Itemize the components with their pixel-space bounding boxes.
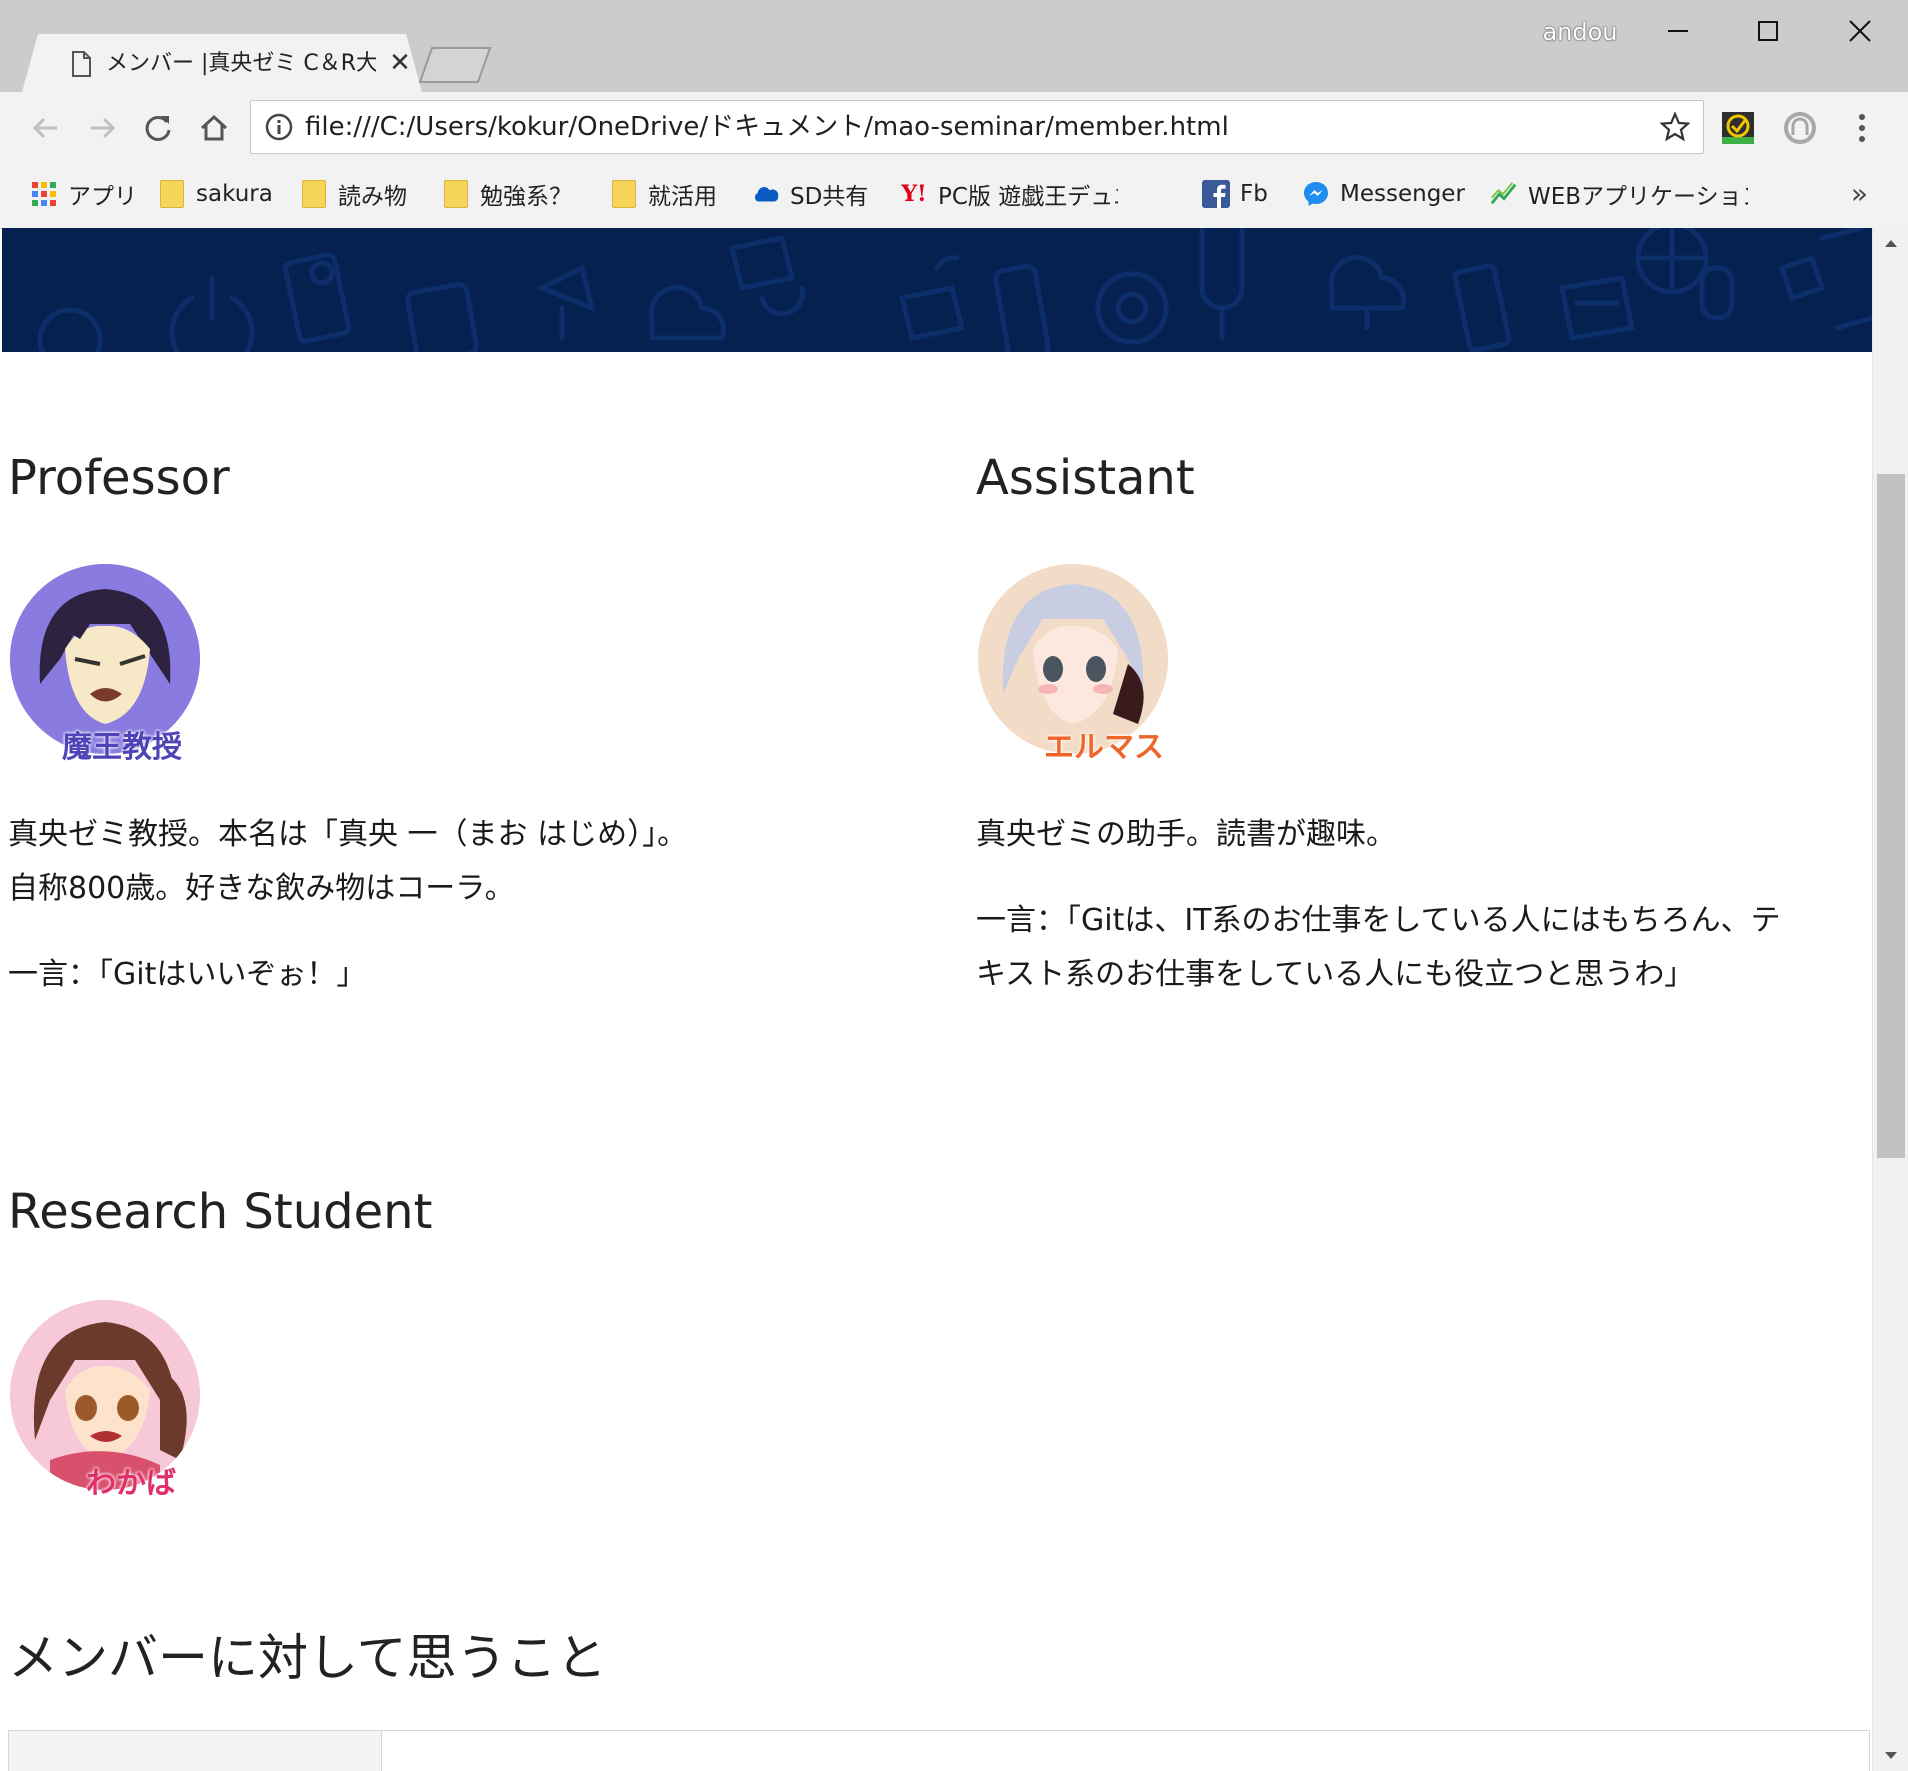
- bookmark-label: Fb: [1240, 181, 1268, 207]
- folder-icon: [610, 180, 638, 208]
- bookmark-label: アプリ: [68, 184, 137, 210]
- assistant-avatar-label: エルマス: [1044, 730, 1164, 765]
- bookmark-label: Messenger: [1340, 181, 1465, 207]
- forward-arrow-icon[interactable]: [80, 106, 124, 150]
- bookmark-sd-share[interactable]: SD共有: [752, 172, 868, 216]
- bookmark-folder-benkyo[interactable]: 勉強系？: [442, 172, 572, 216]
- page-viewport: Professor 魔王教授 真央ゼミ教授。本名は「真央 一（まお はじめ）」。…: [2, 228, 1872, 1771]
- professor-avatar-label: 魔王教授: [62, 730, 182, 765]
- scroll-down-arrow-icon[interactable]: [1873, 1741, 1908, 1771]
- apps-grid-icon: [30, 180, 58, 208]
- bookmark-folder-sakura[interactable]: sakura: [158, 172, 273, 216]
- assistant-heading: Assistant: [976, 450, 1195, 506]
- bookmark-fb[interactable]: Fb: [1202, 172, 1268, 216]
- profile-user-name[interactable]: andou: [1540, 14, 1620, 50]
- yahoo-icon: Y!: [901, 181, 927, 207]
- tab-title: メンバー |真央ゼミ C＆R大学: [106, 51, 376, 76]
- comment-form-table: [8, 1730, 1870, 1771]
- bookmark-folder-yomimono[interactable]: 読み物: [300, 172, 407, 216]
- folder-icon: [300, 180, 328, 208]
- bookmark-label: PC版 遊戯王デュエルリ: [938, 184, 1118, 210]
- vertical-scrollbar[interactable]: [1872, 228, 1908, 1771]
- facebook-icon: [1202, 180, 1230, 208]
- bookmark-label: SD共有: [790, 184, 869, 210]
- professor-quote: 一言：「Gitはいいぞぉ！」: [8, 957, 367, 992]
- bookmark-web-app[interactable]: WEBアプリケーションエキ: [1490, 172, 1748, 216]
- browser-title-bar: メンバー |真央ゼミ C＆R大学 ✕ andou: [0, 0, 1908, 92]
- bookmarks-overflow-icon[interactable]: »: [1851, 172, 1868, 216]
- new-tab-button[interactable]: [418, 46, 492, 84]
- bookmark-yugioh[interactable]: Y! PC版 遊戯王デュエルリ: [900, 172, 1118, 216]
- onedrive-icon: [752, 180, 780, 208]
- gadget-pattern-icon: [37, 228, 1872, 352]
- home-icon[interactable]: [192, 106, 236, 150]
- extension-checkmark-icon[interactable]: [1716, 106, 1760, 150]
- professor-heading: Professor: [8, 450, 230, 506]
- folder-icon: [442, 180, 470, 208]
- reload-icon[interactable]: [136, 106, 180, 150]
- professor-description-line-1: 真央ゼミ教授。本名は「真央 一（まお はじめ）」。: [8, 817, 688, 852]
- scroll-up-arrow-icon[interactable]: [1873, 228, 1908, 258]
- document-icon: [72, 51, 91, 77]
- bookmark-folder-shukatsu[interactable]: 就活用: [610, 172, 717, 216]
- scrollbar-thumb[interactable]: [1877, 474, 1905, 1158]
- back-arrow-icon[interactable]: [24, 106, 68, 150]
- menu-dots-icon[interactable]: [1840, 106, 1884, 150]
- browser-toolbar: file:///C:/Users/kokur/OneDrive/ドキュメント/m…: [0, 92, 1908, 162]
- section-title: メンバーに対して思うこと: [8, 1629, 607, 1687]
- info-icon[interactable]: [265, 113, 293, 141]
- bookmark-label: 就活用: [648, 184, 717, 210]
- assistant-quote-line-1: 一言：「Gitは、IT系のお仕事をしている人にはもちろん、テ: [976, 903, 1781, 938]
- assistant-description: 真央ゼミの助手。読書が趣味。: [976, 817, 1396, 852]
- address-bar[interactable]: file:///C:/Users/kokur/OneDrive/ドキュメント/m…: [250, 100, 1704, 154]
- bookmarks-bar: アプリ sakura 読み物 勉強系？ 就活用 SD共有 Y! PC版 遊戯王デ…: [0, 162, 1908, 229]
- header-banner: [2, 228, 1872, 352]
- address-url: file:///C:/Users/kokur/OneDrive/ドキュメント/m…: [305, 112, 1229, 142]
- bookmark-messenger[interactable]: Messenger: [1302, 172, 1465, 216]
- bookmark-label: WEBアプリケーションエキ: [1528, 184, 1748, 210]
- professor-description-line-2: 自称800歳。好きな飲み物はコーラ。: [8, 871, 515, 906]
- assistant-quote-line-2: キスト系のお仕事をしている人にも役立つと思うわ」: [976, 957, 1695, 992]
- messenger-icon: [1302, 180, 1330, 208]
- tab-close-icon[interactable]: ✕: [386, 46, 414, 80]
- maximize-icon[interactable]: [1738, 8, 1798, 54]
- bookmark-label: 勉強系？: [480, 184, 572, 210]
- research-student-heading: Research Student: [8, 1184, 433, 1240]
- browser-tab-active[interactable]: メンバー |真央ゼミ C＆R大学 ✕: [22, 34, 422, 92]
- extension-circle-icon[interactable]: [1778, 106, 1822, 150]
- bookmark-apps[interactable]: アプリ: [30, 172, 137, 216]
- bookmark-label: 読み物: [338, 184, 407, 210]
- bookmark-label: sakura: [196, 181, 273, 207]
- chart-icon: [1490, 180, 1518, 208]
- bookmark-star-icon[interactable]: [1657, 109, 1693, 145]
- minimize-icon[interactable]: [1648, 8, 1708, 54]
- form-label-cell: [9, 1731, 382, 1771]
- folder-icon: [158, 180, 186, 208]
- student-avatar-label: わかば: [86, 1466, 176, 1501]
- close-window-icon[interactable]: [1830, 8, 1890, 54]
